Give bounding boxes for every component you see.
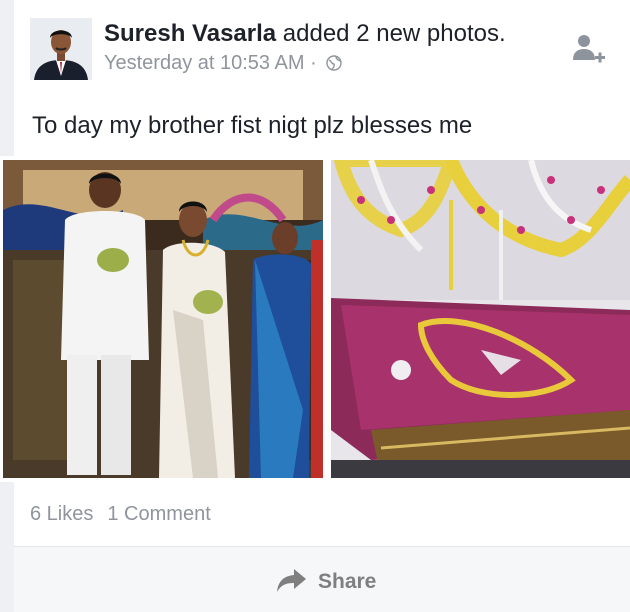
share-button[interactable]: Share <box>276 567 376 597</box>
comments-count[interactable]: 1 Comment <box>107 503 210 525</box>
likes-count[interactable]: 6 Likes <box>30 503 93 525</box>
feed-post: Suresh Vasarla added 2 new photos. Yeste… <box>0 0 630 612</box>
photo-wedding-couple[interactable] <box>3 160 323 478</box>
globe-icon[interactable] <box>326 54 342 77</box>
post-action-text: added 2 new photos. <box>276 20 506 47</box>
add-friend-icon[interactable] <box>568 30 608 70</box>
post-action-bar: Share <box>14 546 630 612</box>
photo-grid <box>0 156 630 482</box>
share-arrow-icon <box>276 567 308 598</box>
share-label: Share <box>318 570 377 593</box>
meta-separator: · <box>304 52 323 74</box>
post-header: Suresh Vasarla added 2 new photos. Yeste… <box>30 14 630 84</box>
post-stats: 6 Likes 1 Comment <box>30 503 211 526</box>
photo-flower-bed[interactable] <box>331 160 630 478</box>
post-title-line: Suresh Vasarla added 2 new photos. <box>104 20 506 48</box>
author-name[interactable]: Suresh Vasarla <box>104 20 276 47</box>
author-avatar[interactable] <box>30 18 92 80</box>
post-meta: Yesterday at 10:53 AM · <box>104 52 342 77</box>
post-timestamp[interactable]: Yesterday at 10:53 AM <box>104 52 305 74</box>
post-caption: To day my brother fist nigt plz blesses … <box>32 112 473 139</box>
